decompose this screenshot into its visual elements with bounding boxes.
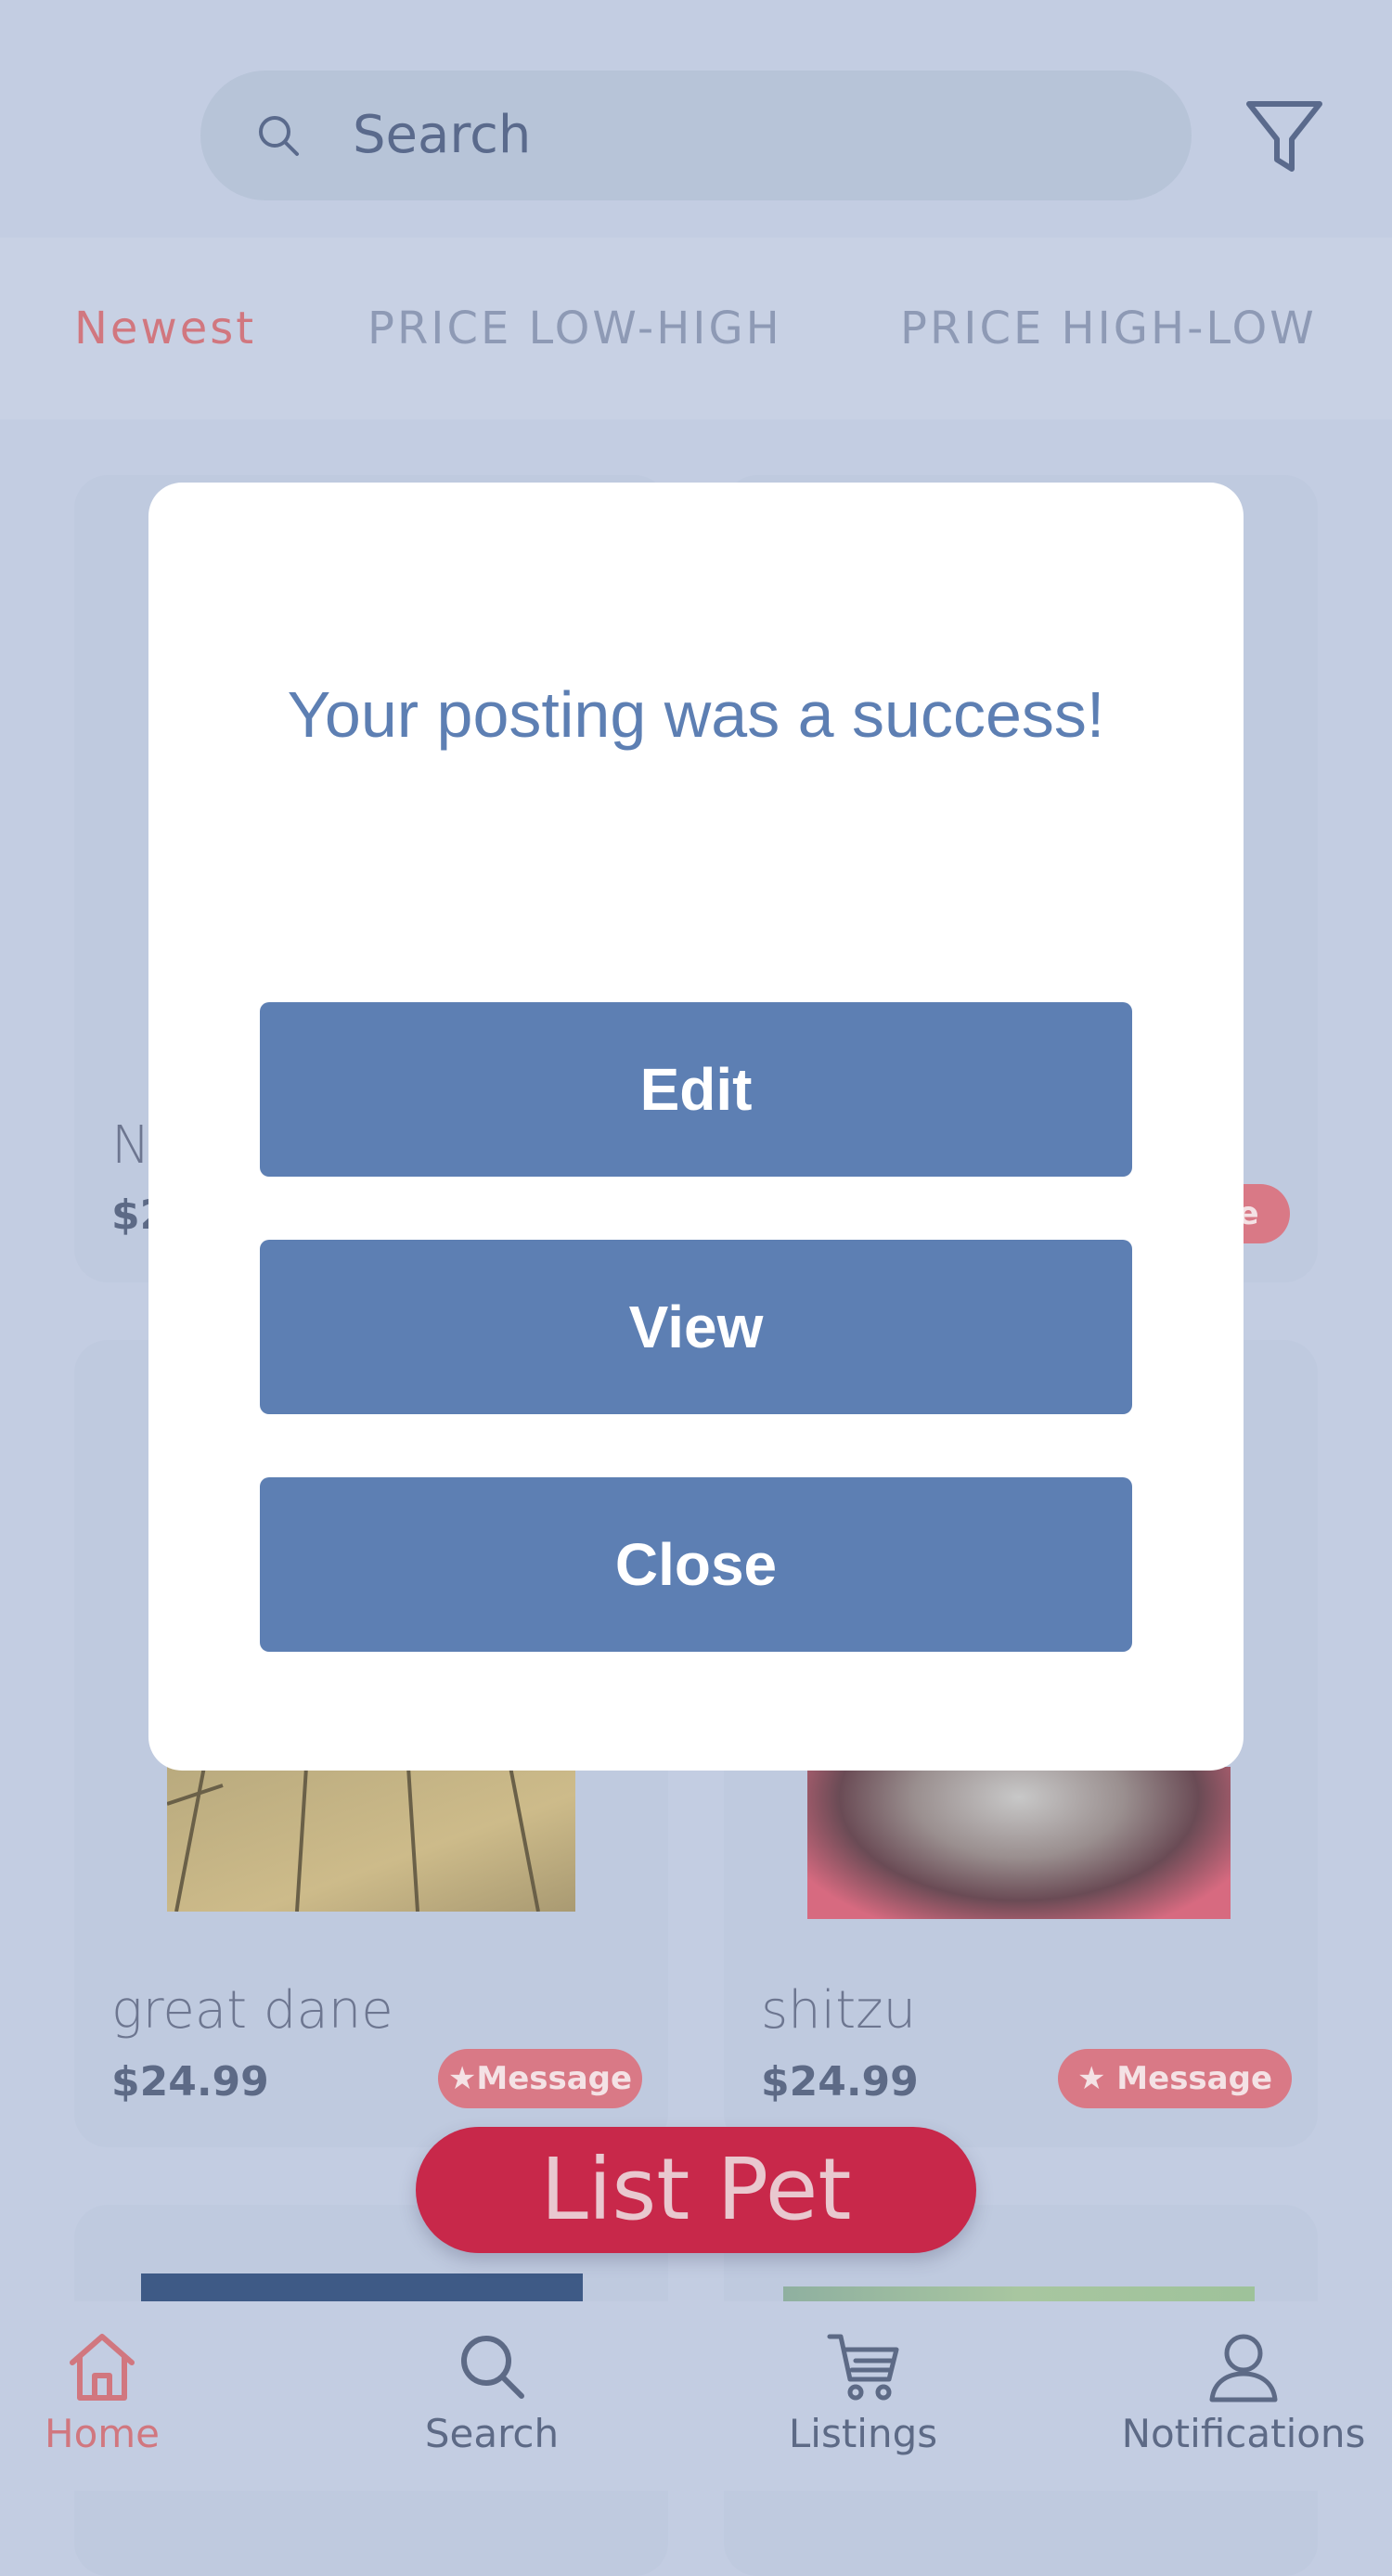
user-icon — [1209, 2334, 1278, 2402]
filter-icon[interactable] — [1242, 95, 1327, 180]
pet-price: $24.99 — [111, 2058, 269, 2106]
floor-tiles — [166, 1766, 540, 1913]
search-placeholder: Search — [353, 105, 532, 165]
success-dialog: Your posting was a success! Edit View Cl… — [148, 483, 1244, 1771]
nav-home[interactable]: Home — [19, 2301, 186, 2491]
nav-listings-label: Listings — [788, 2411, 938, 2456]
pet-name: great dane — [111, 1980, 393, 2041]
dialog-title: Your posting was a success! — [287, 678, 1105, 751]
pet-name: shitzu — [761, 1980, 917, 2041]
search-bar[interactable]: Search — [200, 71, 1192, 200]
home-icon — [70, 2334, 135, 2401]
tab-price-low-high[interactable]: PRICE LOW-HIGH — [367, 238, 782, 419]
nav-search-label: Search — [424, 2411, 560, 2456]
nav-notifications[interactable]: Notifications — [1114, 2301, 1373, 2491]
edit-button[interactable]: Edit — [260, 1002, 1132, 1177]
pet-price: $24.99 — [761, 2058, 919, 2106]
nav-listings[interactable]: Listings — [770, 2301, 956, 2491]
cart-icon — [827, 2334, 899, 2401]
search-icon — [259, 116, 299, 156]
bottom-nav: Home Search Listings Notifications — [0, 2301, 1392, 2491]
tab-newest[interactable]: Newest — [74, 238, 256, 419]
list-pet-button[interactable]: List Pet — [416, 2127, 976, 2253]
tab-price-high-low[interactable]: PRICE HIGH-LOW — [900, 238, 1317, 419]
sort-tabs: Newest PRICE LOW-HIGH PRICE HIGH-LOW — [0, 238, 1392, 419]
pet-name: N — [111, 1115, 150, 1176]
search-icon — [461, 2336, 524, 2399]
pet-photo — [807, 1767, 1231, 1919]
message-button[interactable]: ★Message — [438, 2049, 642, 2108]
nav-search[interactable]: Search — [408, 2301, 575, 2491]
nav-notifications-label: Notifications — [1121, 2411, 1366, 2456]
view-button[interactable]: View — [260, 1240, 1132, 1414]
nav-home-label: Home — [44, 2411, 161, 2456]
message-button[interactable]: ★ Message — [1058, 2049, 1292, 2108]
close-button[interactable]: Close — [260, 1477, 1132, 1652]
pet-photo — [166, 1766, 575, 1913]
